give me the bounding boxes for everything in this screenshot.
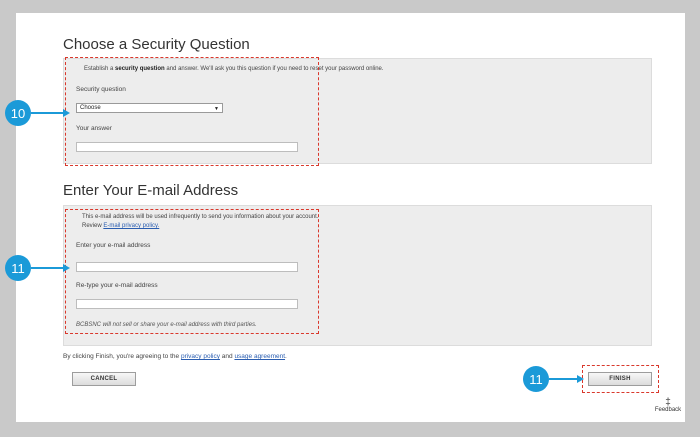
step-11-finish-arrow [549,378,579,380]
usage-agreement-link[interactable]: usage agreement [234,353,285,360]
step-10-arrow [31,112,63,114]
step-11-arrowhead-icon [63,264,70,272]
feedback-tab[interactable]: ‡ Feedback [648,397,688,414]
step-11-finish-arrowhead-icon [577,375,584,383]
step-11-arrow [31,267,63,269]
feedback-icon: ‡ [665,397,671,408]
email-section-title: Enter Your E-mail Address [63,182,239,199]
security-highlight [65,57,319,166]
step-11-callout-badge: 11 [5,255,31,281]
email-highlight [65,209,319,334]
finish-highlight [582,365,659,393]
step-10-callout-badge: 10 [5,100,31,126]
step-11-finish-callout-badge: 11 [523,366,549,392]
security-section-title: Choose a Security Question [63,36,250,53]
cancel-button[interactable]: CANCEL [72,372,136,386]
privacy-policy-link[interactable]: privacy policy [181,353,220,360]
feedback-label: Feedback [654,407,682,413]
agreement-text: By clicking Finish, you're agreeing to t… [63,353,287,360]
step-10-arrowhead-icon [63,109,70,117]
